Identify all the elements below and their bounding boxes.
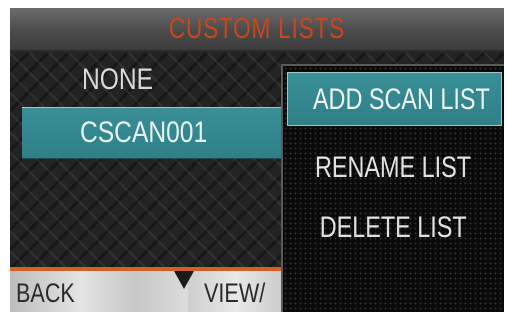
- options-popup-menu: ADD SCAN LIST RENAME LIST DELETE LIST: [281, 64, 504, 312]
- list-item-cscan001[interactable]: CSCAN001: [22, 107, 298, 159]
- list-item-label: CSCAN001: [80, 116, 208, 149]
- device-screen: CUSTOM LISTS NONE CSCAN001 BACK VIEW/ AD…: [10, 8, 504, 312]
- view-softkey[interactable]: VIEW/: [188, 271, 284, 312]
- screen-title: CUSTOM LISTS: [168, 12, 346, 45]
- menu-item-add-scan-list[interactable]: ADD SCAN LIST: [287, 72, 502, 126]
- softkey-notch-icon: [174, 271, 194, 289]
- view-softkey-label: VIEW/: [204, 278, 266, 308]
- back-softkey[interactable]: BACK: [10, 271, 188, 312]
- menu-item-delete-list[interactable]: DELETE LIST: [283, 206, 504, 250]
- title-bar: CUSTOM LISTS: [10, 8, 504, 52]
- menu-item-label: DELETE LIST: [320, 211, 467, 244]
- back-softkey-label: BACK: [16, 278, 75, 308]
- list-item-none[interactable]: NONE: [20, 56, 280, 104]
- menu-item-label: RENAME LIST: [315, 151, 472, 184]
- menu-item-label: ADD SCAN LIST: [312, 83, 490, 116]
- menu-item-rename-list[interactable]: RENAME LIST: [283, 146, 504, 190]
- list-item-label: NONE: [82, 63, 154, 96]
